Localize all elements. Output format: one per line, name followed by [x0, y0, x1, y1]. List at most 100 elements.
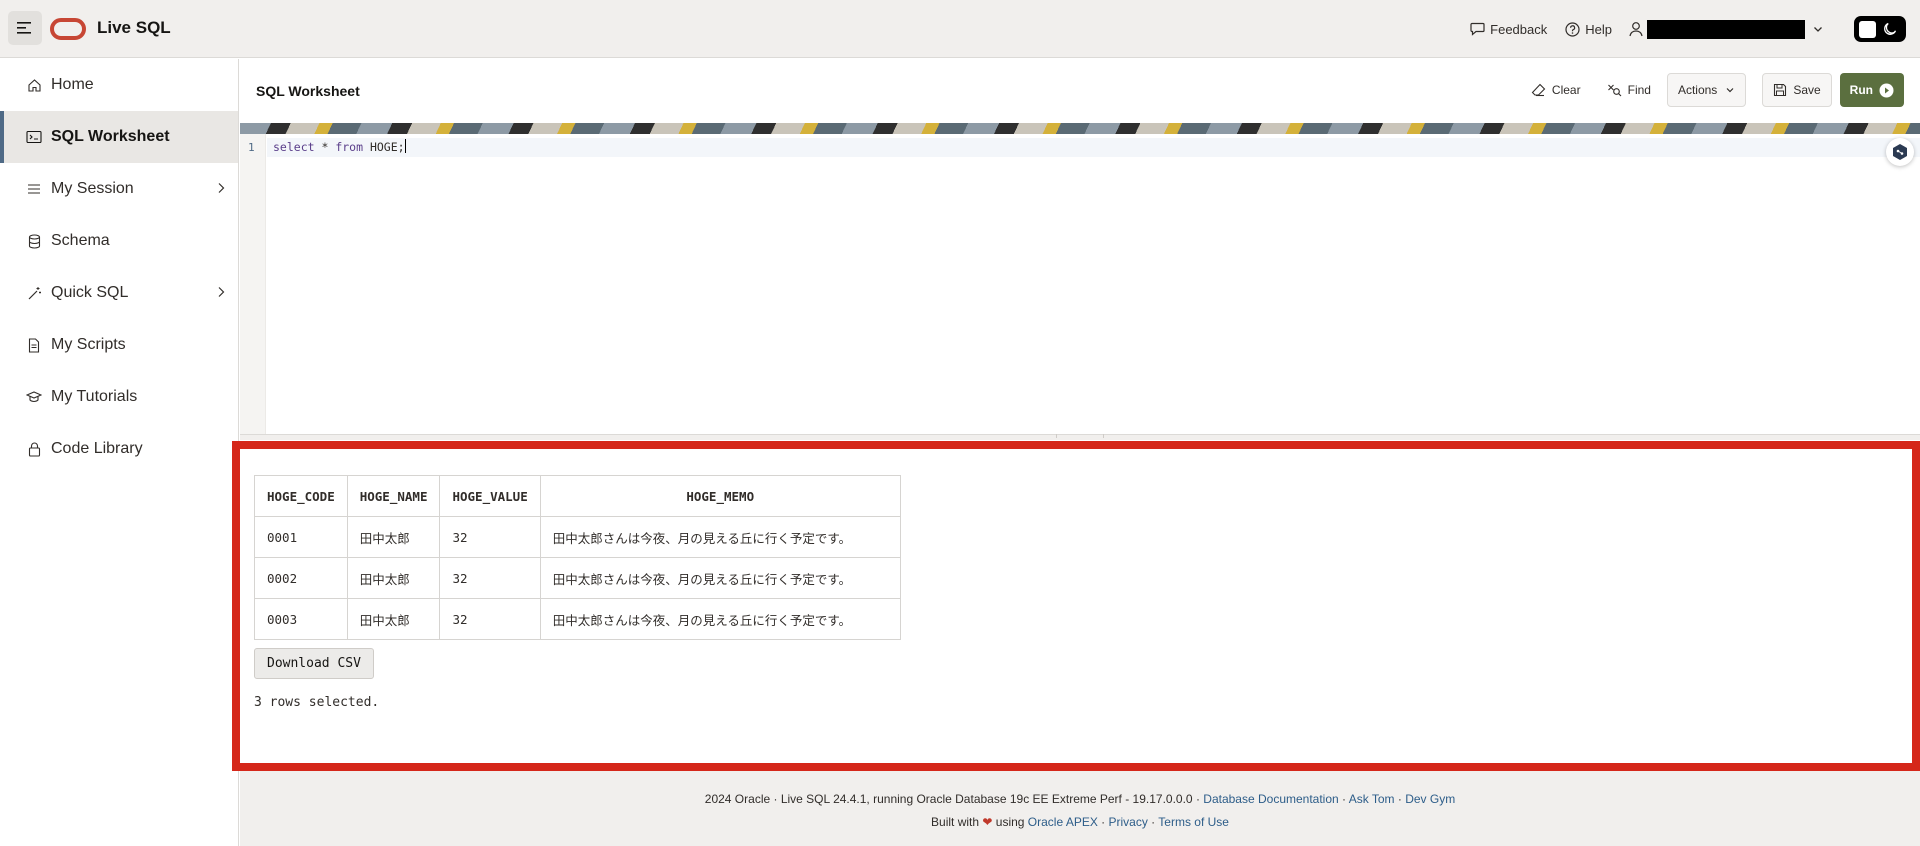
actions-dropdown[interactable]: Actions	[1666, 73, 1747, 107]
table-cell: 0002	[254, 557, 348, 599]
footer-line-1: 2024 Oracle · Live SQL 24.4.1, running O…	[240, 792, 1920, 806]
sidebar-item-my-session[interactable]: My Session	[0, 163, 238, 215]
table-cell: 田中太郎さんは今夜、月の見える丘に行く予定です。	[539, 516, 901, 558]
redacted-username	[1647, 19, 1805, 39]
find-label: Find	[1627, 83, 1651, 97]
terms-of-use-link[interactable]: Terms of Use	[1158, 815, 1229, 829]
oracle-apex-link[interactable]: Oracle APEX	[1028, 815, 1098, 829]
text-cursor	[404, 139, 406, 153]
chevron-right-icon	[218, 183, 225, 193]
sidebar-item-code-library[interactable]: Code Library	[0, 423, 238, 475]
table-cell: 32	[439, 516, 541, 558]
code-line[interactable]: select * from HOGE;	[267, 138, 1920, 157]
clear-button[interactable]: Clear	[1521, 73, 1591, 107]
footer-separator: ·	[1097, 815, 1109, 829]
sidebar-item-schema[interactable]: Schema	[0, 215, 238, 267]
table-cell: 田中太郎	[346, 557, 441, 599]
dev-gym-link[interactable]: Dev Gym	[1405, 792, 1455, 806]
ai-assistant-button[interactable]	[1886, 138, 1914, 166]
footer-separator: ·	[1338, 792, 1349, 806]
footer-separator: ·	[1147, 815, 1159, 829]
sql-editor[interactable]: 1 select * from HOGE;	[240, 134, 1920, 434]
sidebar-item-label: Code Library	[51, 440, 143, 457]
heart-icon: ❤	[982, 815, 993, 829]
actions-label: Actions	[1677, 83, 1718, 97]
footer-separator: ·	[1394, 792, 1406, 806]
privacy-link[interactable]: Privacy	[1109, 815, 1148, 829]
menu-icon	[17, 22, 31, 34]
results-table: HOGE_CODE HOGE_NAME HOGE_VALUE HOGE_MEMO…	[254, 475, 901, 640]
clear-label: Clear	[1551, 83, 1581, 97]
app-title[interactable]: Live SQL	[97, 18, 171, 38]
using-text: using	[992, 815, 1028, 829]
table-cell: 田中太郎さんは今夜、月の見える丘に行く予定です。	[539, 598, 901, 640]
splitter-handle[interactable]	[1056, 434, 1104, 438]
wand-icon	[26, 285, 42, 301]
graduation-cap-icon	[26, 389, 42, 405]
sidebar-item-label: My Session	[51, 180, 134, 197]
sidebar-item-sql-worksheet[interactable]: SQL Worksheet	[0, 111, 238, 163]
feedback-link[interactable]: Feedback	[1470, 22, 1547, 37]
ask-tom-link[interactable]: Ask Tom	[1349, 792, 1395, 806]
table-cell: 0001	[254, 516, 348, 558]
sidebar-item-quick-sql[interactable]: Quick SQL	[0, 267, 238, 319]
save-label: Save	[1793, 83, 1821, 97]
column-header-hoge-value: HOGE_VALUE	[439, 475, 541, 517]
table-row: 0003 田中太郎 32 田中太郎さんは今夜、月の見える丘に行く予定です。	[254, 598, 901, 640]
theme-toggle[interactable]	[1854, 16, 1906, 42]
editor-gutter: 1	[240, 134, 266, 434]
sidebar-item-label: Quick SQL	[51, 284, 129, 301]
code-keyword-from: from	[335, 140, 364, 154]
sidebar-item-my-tutorials[interactable]: My Tutorials	[0, 371, 238, 423]
user-menu[interactable]	[1628, 19, 1824, 39]
column-header-hoge-name: HOGE_NAME	[346, 475, 441, 517]
worksheet-toolbar: Clear Find Actions Save Run	[1521, 73, 1904, 107]
file-icon	[26, 337, 42, 353]
chevron-down-icon	[1726, 88, 1734, 93]
built-with-text: Built with	[931, 815, 983, 829]
table-cell: 0003	[254, 598, 348, 640]
sidebar-item-label: SQL Worksheet	[51, 128, 170, 145]
feedback-label: Feedback	[1490, 21, 1548, 37]
sidebar-item-label: Schema	[51, 232, 110, 249]
footer-line-2: Built with ❤ using Oracle APEX · Privacy…	[240, 815, 1920, 829]
save-button[interactable]: Save	[1762, 73, 1832, 107]
sidebar-item-home[interactable]: Home	[0, 59, 238, 111]
find-button[interactable]: Find	[1597, 73, 1661, 107]
run-label: Run	[1849, 83, 1873, 97]
play-circle-icon	[1879, 83, 1894, 97]
code-star: *	[314, 140, 336, 154]
line-number: 1	[248, 141, 255, 154]
code-keyword-select: select	[273, 140, 315, 154]
chat-bubble-icon	[1470, 22, 1485, 36]
table-row: 0002 田中太郎 32 田中太郎さんは今夜、月の見える丘に行く予定です。	[254, 557, 901, 599]
database-documentation-link[interactable]: Database Documentation	[1203, 792, 1338, 806]
top-header: Live SQL Feedback Help	[0, 0, 1920, 58]
sidebar-item-label: My Tutorials	[51, 388, 138, 405]
help-circle-icon	[1565, 21, 1580, 37]
user-icon	[1629, 22, 1643, 37]
library-icon	[26, 441, 42, 457]
table-header-row: HOGE_CODE HOGE_NAME HOGE_VALUE HOGE_MEMO	[254, 475, 901, 517]
column-header-hoge-code: HOGE_CODE	[254, 475, 348, 517]
page-footer: 2024 Oracle · Live SQL 24.4.1, running O…	[240, 771, 1920, 846]
moon-icon	[1884, 22, 1897, 35]
oracle-logo[interactable]	[50, 18, 86, 40]
hamburger-menu-button[interactable]	[8, 11, 42, 45]
table-row: 0001 田中太郎 32 田中太郎さんは今夜、月の見える丘に行く予定です。	[254, 516, 901, 558]
find-replace-icon	[1607, 84, 1621, 97]
worksheet-header: SQL Worksheet Clear Find Actions Save Ru…	[240, 59, 1920, 123]
chevron-right-icon	[218, 287, 225, 297]
save-icon	[1774, 83, 1787, 97]
editor-results-splitter[interactable]	[240, 434, 1920, 440]
toggle-knob	[1859, 20, 1876, 38]
query-results-panel: HOGE_CODE HOGE_NAME HOGE_VALUE HOGE_MEMO…	[232, 441, 1920, 771]
column-header-hoge-memo: HOGE_MEMO	[539, 475, 901, 517]
sidebar-item-label: Home	[51, 76, 94, 93]
run-button[interactable]: Run	[1839, 73, 1904, 107]
chevron-down-icon	[1814, 27, 1822, 32]
download-csv-button[interactable]: Download CSV	[254, 648, 374, 679]
sidebar-item-my-scripts[interactable]: My Scripts	[0, 319, 238, 371]
database-icon	[26, 233, 42, 249]
help-link[interactable]: Help	[1565, 22, 1612, 37]
